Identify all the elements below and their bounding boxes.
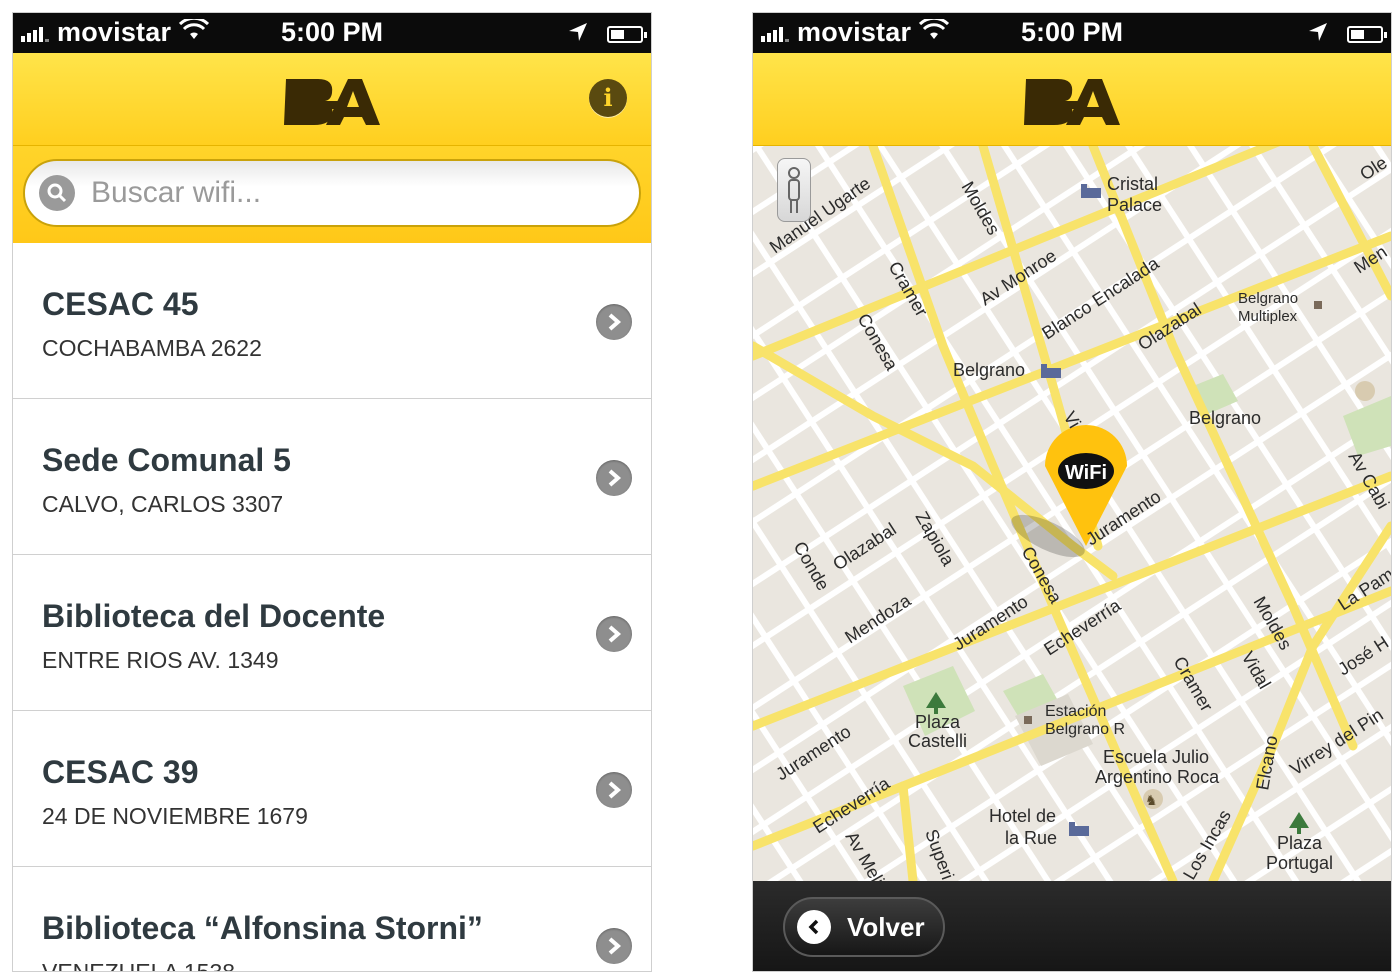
item-title: Sede Comunal 5 (42, 442, 291, 478)
status-time: 5:00 PM (280, 17, 384, 47)
wifi-list-screen: movistar 5:00 PM i Buscar wifi... CESAC … (12, 12, 652, 972)
chevron-right-icon[interactable] (596, 928, 632, 964)
item-title: CESAC 45 (42, 286, 199, 322)
place-label: Hotel de (989, 806, 1056, 826)
ba-logo (1022, 73, 1122, 134)
search-field[interactable] (23, 159, 641, 227)
wifi-map-screen: movistar 5:00 PM WiFi Manuel Ugarte Cram… (752, 12, 1392, 972)
back-button-label: Volver (847, 911, 925, 942)
info-button[interactable]: i (589, 79, 627, 117)
status-bar: movistar 5:00 PM (753, 13, 1391, 53)
place-label: Multiplex (1238, 308, 1298, 325)
place-label: Estación (1045, 703, 1106, 720)
list-item[interactable]: CESAC 39 24 DE NOVIEMBRE 1679 (13, 711, 651, 867)
battery-icon (1347, 26, 1387, 43)
place-label: la Rue (1005, 828, 1057, 848)
poi-icon (1314, 301, 1322, 309)
map-view[interactable]: WiFi Manuel Ugarte Av Cramer Av Monroe M… (753, 146, 1391, 881)
marker-label: WiFi (1065, 462, 1107, 484)
place-label: Castelli (908, 731, 967, 751)
item-title: Biblioteca “Alfonsina Storni” (42, 910, 483, 946)
back-button[interactable]: Volver (783, 897, 945, 957)
item-title: Biblioteca del Docente (42, 598, 386, 634)
place-label: Argentino Roca (1095, 767, 1220, 787)
list-item[interactable]: Biblioteca “Alfonsina Storni” VENEZUELA … (13, 867, 651, 971)
place-label: Portugal (1266, 853, 1333, 873)
search-icon (39, 175, 75, 211)
app-header: i (13, 53, 651, 146)
place-label: Belgrano R (1045, 721, 1125, 738)
list-item[interactable]: Biblioteca del Docente ENTRE RIOS AV. 13… (13, 555, 651, 711)
list-item[interactable]: CESAC 45 COCHABAMBA 2622 (13, 243, 651, 399)
item-address: 24 DE NOVIEMBRE 1679 (42, 803, 308, 829)
svg-text:♞: ♞ (1145, 792, 1158, 808)
search-bar (13, 146, 651, 244)
app-header (753, 53, 1391, 146)
chevron-left-icon (797, 910, 831, 944)
item-address: COCHABAMBA 2622 (42, 335, 262, 361)
location-arrow-icon (1307, 19, 1329, 50)
item-title: CESAC 39 (42, 754, 199, 790)
item-address: CALVO, CARLOS 3307 (42, 491, 284, 517)
place-label: Belgrano (953, 360, 1025, 380)
search-input[interactable] (89, 175, 573, 211)
place-label: Escuela Julio (1103, 747, 1209, 767)
place-label: Plaza (1277, 833, 1323, 853)
school-icon: ♞ (1143, 789, 1163, 809)
place-label: Palace (1107, 195, 1162, 215)
church-icon (1355, 381, 1375, 401)
street-view-pegman-icon[interactable] (777, 158, 811, 222)
location-arrow-icon (567, 19, 589, 50)
chevron-right-icon[interactable] (596, 772, 632, 808)
chevron-right-icon[interactable] (596, 304, 632, 340)
chevron-right-icon[interactable] (596, 616, 632, 652)
station-icon (1024, 716, 1032, 724)
bottom-toolbar: Volver (753, 881, 1391, 971)
item-address: ENTRE RIOS AV. 1349 (42, 647, 279, 673)
wifi-location-list: CESAC 45 COCHABAMBA 2622 Sede Comunal 5 … (13, 243, 651, 971)
status-time: 5:00 PM (1020, 17, 1124, 47)
place-label: Belgrano (1238, 290, 1298, 307)
chevron-right-icon[interactable] (596, 460, 632, 496)
place-label: Plaza (915, 712, 961, 732)
place-label: Belgrano (1189, 408, 1261, 428)
ba-logo (282, 73, 382, 134)
item-address: VENEZUELA 1538 (42, 959, 235, 971)
status-bar: movistar 5:00 PM (13, 13, 651, 53)
list-item[interactable]: Sede Comunal 5 CALVO, CARLOS 3307 (13, 399, 651, 555)
place-label: Cristal (1107, 174, 1158, 194)
battery-icon (607, 26, 647, 43)
